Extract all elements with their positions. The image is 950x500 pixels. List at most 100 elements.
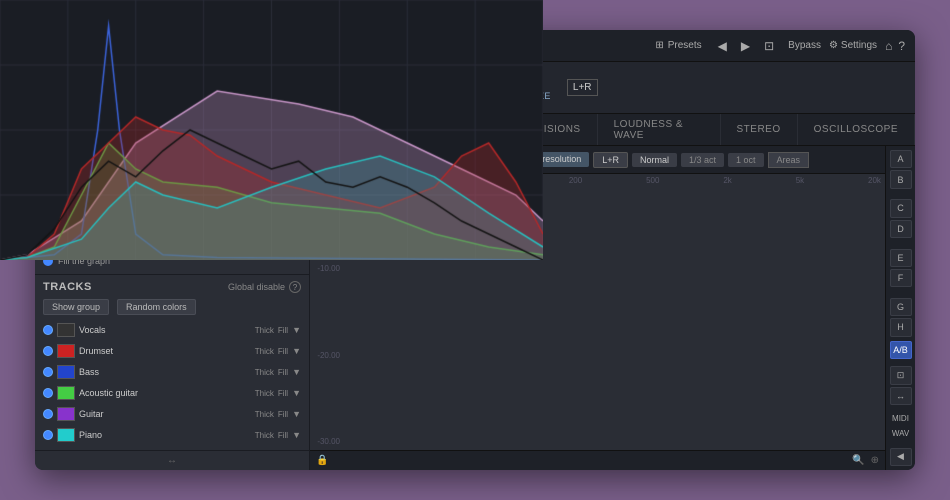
track-name-acoustic: Acoustic guitar: [79, 388, 251, 398]
side-btn-c[interactable]: C: [890, 199, 912, 217]
y-axis-label-2: -20.00: [312, 351, 340, 360]
normal-button[interactable]: Normal: [632, 153, 677, 167]
side-btn-e[interactable]: E: [890, 249, 912, 267]
track-color-piano: [57, 428, 75, 442]
track-fill-bass: Fill: [278, 368, 288, 377]
track-name-drumset: Drumset: [79, 346, 251, 356]
track-thick-acoustic: Thick: [255, 389, 274, 398]
track-enable-acoustic[interactable]: [43, 388, 53, 398]
tracks-controls: Show group Random colors: [43, 299, 301, 315]
track-enable-bass[interactable]: [43, 367, 53, 377]
tracks-help-icon[interactable]: ?: [289, 281, 301, 293]
wav-label: WAV: [892, 427, 909, 440]
show-group-button[interactable]: Show group: [43, 299, 109, 315]
spectrum-canvas[interactable]: [342, 174, 543, 260]
presets-button[interactable]: ⊞ Presets: [655, 40, 701, 51]
nav-arrows: ◀ ▶ ⊡: [714, 37, 779, 55]
side-btn-h[interactable]: H: [890, 318, 912, 336]
track-row: Vocals Thick Fill ▼: [43, 321, 301, 339]
nav-forward-button[interactable]: ▶: [737, 37, 754, 55]
ab-button[interactable]: A/B: [890, 341, 912, 359]
track-down-acoustic[interactable]: ▼: [292, 388, 301, 398]
track-row: Acoustic guitar Thick Fill ▼: [43, 384, 301, 402]
track-row: Guitar Thick Fill ▼: [43, 405, 301, 423]
global-disable-label[interactable]: Global disable: [228, 282, 285, 292]
one-oct-button[interactable]: 1 oct: [728, 153, 764, 167]
tracks-title: TRACKS: [43, 281, 92, 293]
main-window: M MMultiAnalyzer (15.00) ⊞ Presets ◀ ▶ ⊡…: [35, 30, 915, 470]
areas-button[interactable]: Areas: [768, 152, 810, 168]
track-thick-bass: Thick: [255, 368, 274, 377]
track-enable-piano[interactable]: [43, 430, 53, 440]
tab-loudness[interactable]: LOUDNESS & WAVE: [598, 114, 721, 145]
y-axis-label-3: -30.00: [312, 437, 340, 446]
home-icon[interactable]: ⌂: [885, 39, 892, 53]
lr-spectrum-button[interactable]: L+R: [593, 152, 628, 168]
nav-back-button[interactable]: ◀: [714, 37, 731, 55]
x-label-20k: 20k: [868, 176, 881, 188]
track-thick-piano: Thick: [255, 431, 274, 440]
swap-icon[interactable]: ↔: [890, 387, 912, 405]
tab-stereo[interactable]: STEREO: [721, 114, 798, 145]
pan-icon[interactable]: ⊕: [871, 455, 879, 466]
side-btn-d[interactable]: D: [890, 220, 912, 238]
tracks-section: TRACKS Global disable ? Show group Rando…: [35, 275, 309, 450]
title-icons: ⌂ ?: [885, 39, 905, 53]
track-down-drumset[interactable]: ▼: [292, 346, 301, 356]
track-thick-guitar: Thick: [255, 410, 274, 419]
side-btn-g[interactable]: G: [890, 298, 912, 316]
lock-icon[interactable]: 🔒: [316, 455, 328, 466]
third-oct-button[interactable]: 1/3 act: [681, 153, 724, 167]
track-fill-drumset: Fill: [278, 347, 288, 356]
track-color-drumset: [57, 344, 75, 358]
track-enable-guitar[interactable]: [43, 409, 53, 419]
nav-bookmark-button[interactable]: ⊡: [760, 37, 778, 55]
track-name-bass: Bass: [79, 367, 251, 377]
side-btn-b[interactable]: B: [890, 170, 912, 188]
track-row: Bass Thick Fill ▼: [43, 363, 301, 381]
help-icon[interactable]: ?: [898, 39, 905, 53]
left-bottom: ↔: [35, 450, 309, 470]
track-down-guitar[interactable]: ▼: [292, 409, 301, 419]
track-thick-drumset: Thick: [255, 347, 274, 356]
x-label-500: 500: [646, 176, 659, 188]
bottom-bar: 🔒 🔍 ⊕: [310, 450, 885, 470]
track-row: Piano Thick Fill ▼: [43, 426, 301, 444]
track-fill-vocals: Fill: [278, 326, 288, 335]
side-arrow-icon[interactable]: ◀: [890, 448, 912, 466]
track-name-guitar: Guitar: [79, 409, 251, 419]
midi-label: MIDI: [892, 412, 909, 425]
track-fill-piano: Fill: [278, 431, 288, 440]
track-enable-drumset[interactable]: [43, 346, 53, 356]
track-down-piano[interactable]: ▼: [292, 430, 301, 440]
track-color-bass: [57, 365, 75, 379]
track-name-vocals: Vocals: [79, 325, 251, 335]
graph-area: 0.00 -10.00 -20.00 -30.00 20 50 100 20: [310, 174, 885, 450]
track-row: Drumset Thick Fill ▼: [43, 342, 301, 360]
y-axis-label-1: -10.00: [312, 264, 340, 273]
zoom-icon[interactable]: 🔍: [852, 455, 864, 466]
tracks-header: TRACKS Global disable ?: [43, 281, 301, 293]
lr-button[interactable]: L+R: [567, 79, 598, 96]
side-btn-f[interactable]: F: [890, 269, 912, 287]
expand-arrow-icon[interactable]: ↔: [167, 455, 177, 466]
right-side-panel: A B C D E F G H A/B ⊡ ↔: [885, 146, 915, 470]
track-color-guitar: [57, 407, 75, 421]
track-down-vocals[interactable]: ▼: [292, 325, 301, 335]
tab-oscilloscope[interactable]: OSCILLOSCOPE: [798, 114, 915, 145]
spectrum-canvas-wrapper: 20 50 100 200 500 2k 5k 20k: [342, 174, 885, 450]
track-list: Vocals Thick Fill ▼ Drumset Thick Fill ▼: [43, 321, 301, 444]
settings-button[interactable]: ⚙ Settings: [829, 40, 877, 51]
track-thick-vocals: Thick: [255, 326, 274, 335]
track-enable-vocals[interactable]: [43, 325, 53, 335]
track-color-vocals: [57, 323, 75, 337]
track-name-piano: Piano: [79, 430, 251, 440]
track-down-bass[interactable]: ▼: [292, 367, 301, 377]
track-color-acoustic: [57, 386, 75, 400]
side-btn-a[interactable]: A: [890, 150, 912, 168]
copy-icon[interactable]: ⊡: [890, 366, 912, 384]
x-label-5k: 5k: [796, 176, 804, 188]
content-area: Follow host playback Follow host name an…: [35, 114, 915, 470]
random-colors-button[interactable]: Random colors: [117, 299, 196, 315]
bypass-button[interactable]: Bypass: [788, 40, 821, 51]
